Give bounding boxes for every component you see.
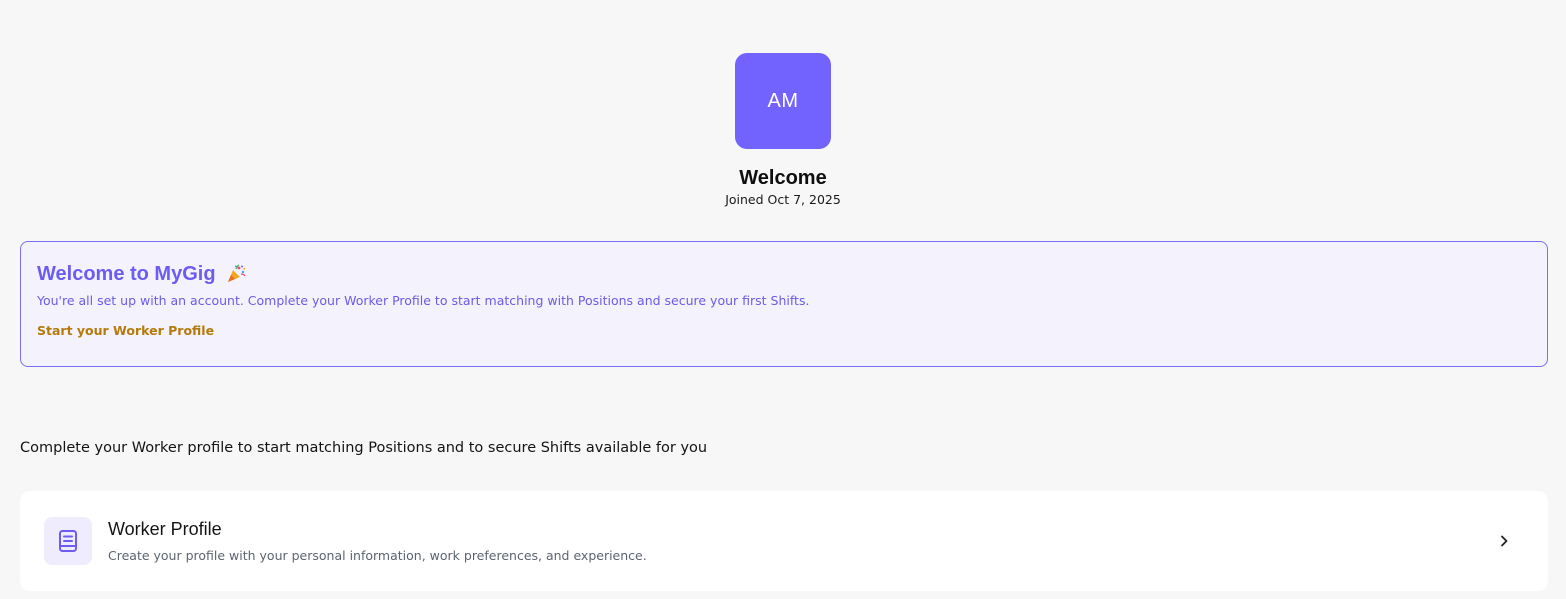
card-icon-container [44,517,92,565]
welcome-banner: Welcome to MyGig You're all set up with … [20,241,1548,367]
joined-date: Joined Oct 7, 2025 [725,192,841,207]
card-title: Worker Profile [108,519,222,539]
party-popper-icon [227,264,246,282]
banner-title-row: Welcome to MyGig [37,262,1531,286]
page: AM Welcome Joined Oct 7, 2025 Welcome to… [0,0,1566,599]
section-intro: Complete your Worker profile to start ma… [20,440,708,456]
banner-title: Welcome to MyGig [37,263,216,285]
avatar: AM [735,53,831,149]
start-worker-profile-link[interactable]: Start your Worker Profile [37,323,214,339]
card-body: Worker Profile Create your profile with … [108,518,1496,564]
page-title: Welcome [739,167,827,189]
worker-profile-card[interactable]: Worker Profile Create your profile with … [20,491,1548,591]
card-description: Create your profile with your personal i… [108,548,647,563]
document-icon [59,530,77,552]
chevron-right-icon[interactable] [1496,533,1512,549]
banner-text: You're all set up with an account. Compl… [37,293,810,308]
profile-header: AM Welcome Joined Oct 7, 2025 [0,53,1566,208]
